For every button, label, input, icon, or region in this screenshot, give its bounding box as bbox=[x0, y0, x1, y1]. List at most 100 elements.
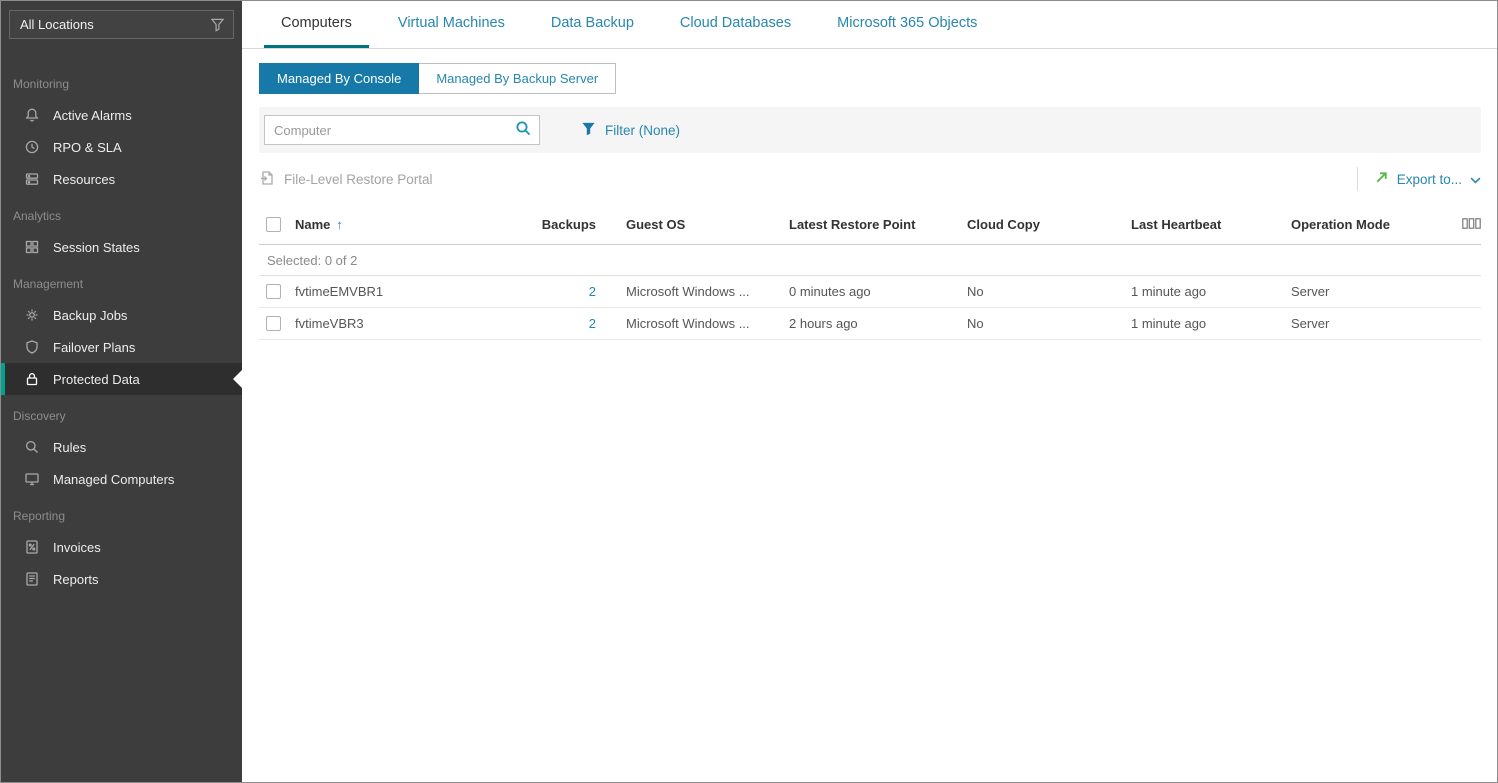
column-header-guest-os[interactable]: Guest OS bbox=[601, 217, 789, 232]
row-checkbox-cell bbox=[259, 284, 295, 299]
sidebar-item-label: Protected Data bbox=[53, 371, 140, 387]
section-label-analytics: Analytics bbox=[13, 209, 62, 223]
tab-microsoft-365-objects[interactable]: Microsoft 365 Objects bbox=[820, 1, 994, 48]
file-level-restore-portal-button: File-Level Restore Portal bbox=[259, 170, 433, 189]
computers-table: Name ↑ Backups Guest OS Latest Restore P… bbox=[259, 205, 1481, 340]
sidebar-item-resources[interactable]: Resources bbox=[1, 163, 242, 195]
tab-virtual-machines[interactable]: Virtual Machines bbox=[381, 1, 522, 48]
table-row[interactable]: fvtimeEMVBR1 2 Microsoft Windows ... 0 m… bbox=[259, 276, 1481, 308]
sidebar-item-label: Managed Computers bbox=[53, 471, 175, 487]
sidebar-item-session-states[interactable]: Session States bbox=[1, 231, 242, 263]
invoice-icon bbox=[24, 539, 40, 555]
tab-computers[interactable]: Computers bbox=[264, 1, 369, 48]
shield-icon bbox=[24, 339, 40, 355]
chevron-down-icon bbox=[1470, 172, 1481, 187]
tab-cloud-databases[interactable]: Cloud Databases bbox=[663, 1, 808, 48]
cell-cloud-copy: No bbox=[967, 284, 984, 299]
sidebar-item-reports[interactable]: Reports bbox=[1, 563, 242, 595]
filter-funnel-icon bbox=[581, 121, 596, 139]
export-label: Export to... bbox=[1396, 171, 1462, 187]
search-icon bbox=[515, 120, 532, 140]
cell-latest-restore-point: 2 hours ago bbox=[789, 316, 858, 331]
column-header-backups[interactable]: Backups bbox=[531, 217, 601, 232]
cell-name: fvtimeVBR3 bbox=[295, 316, 364, 331]
sidebar-item-failover-plans[interactable]: Failover Plans bbox=[1, 331, 242, 363]
column-chooser-icon bbox=[1462, 217, 1481, 232]
bell-icon bbox=[24, 107, 40, 123]
section-label-management: Management bbox=[13, 277, 84, 291]
cell-guest-os: Microsoft Windows ... bbox=[626, 284, 750, 299]
column-header-cloud-copy[interactable]: Cloud Copy bbox=[967, 217, 1131, 232]
sidebar-item-label: Session States bbox=[53, 239, 140, 255]
select-all-checkbox[interactable] bbox=[266, 217, 281, 232]
section-label-monitoring: Monitoring bbox=[13, 77, 70, 91]
filter-button[interactable]: Filter (None) bbox=[581, 121, 680, 139]
row-checkbox[interactable] bbox=[266, 284, 281, 299]
sidebar-item-invoices[interactable]: Invoices bbox=[1, 531, 242, 563]
sidebar-item-label: Invoices bbox=[53, 539, 101, 555]
filter-bar: Filter (None) bbox=[259, 107, 1481, 153]
cell-operation-mode: Server bbox=[1291, 316, 1330, 331]
cell-latest-restore-point: 0 minutes ago bbox=[789, 284, 871, 299]
sidebar-item-label: Backup Jobs bbox=[53, 307, 128, 323]
sidebar-item-active-alarms[interactable]: Active Alarms bbox=[1, 99, 242, 131]
export-button[interactable]: Export to... bbox=[1374, 170, 1481, 188]
grid-icon bbox=[24, 239, 40, 255]
column-header-operation-mode[interactable]: Operation Mode bbox=[1291, 217, 1437, 232]
location-filter-label: All Locations bbox=[20, 17, 94, 32]
server-icon bbox=[24, 171, 40, 187]
restore-portal-icon bbox=[259, 170, 275, 189]
subtab-managed-by-console[interactable]: Managed By Console bbox=[259, 63, 420, 94]
location-filter[interactable]: All Locations bbox=[9, 10, 234, 39]
table-row[interactable]: fvtimeVBR3 2 Microsoft Windows ... 2 hou… bbox=[259, 308, 1481, 340]
sort-ascending-icon: ↑ bbox=[336, 217, 343, 232]
cell-backups-link[interactable]: 2 bbox=[589, 316, 596, 331]
cell-backups-link[interactable]: 2 bbox=[589, 284, 596, 299]
row-checkbox[interactable] bbox=[266, 316, 281, 331]
sidebar-item-rpo-sla[interactable]: RPO & SLA bbox=[1, 131, 242, 163]
column-header-name[interactable]: Name ↑ bbox=[295, 217, 531, 232]
top-tabs: Computers Virtual Machines Data Backup C… bbox=[242, 1, 1497, 49]
sidebar-item-backup-jobs[interactable]: Backup Jobs bbox=[1, 299, 242, 331]
subtab-group: Managed By Console Managed By Backup Ser… bbox=[259, 63, 1497, 94]
sidebar-item-label: Active Alarms bbox=[53, 107, 132, 123]
column-chooser-button[interactable] bbox=[1462, 217, 1481, 232]
export-icon bbox=[1374, 170, 1389, 188]
sidebar-item-protected-data[interactable]: Protected Data bbox=[1, 363, 242, 395]
clock-icon bbox=[24, 139, 40, 155]
sidebar-item-rules[interactable]: Rules bbox=[1, 431, 242, 463]
main-content: Computers Virtual Machines Data Backup C… bbox=[242, 1, 1497, 782]
gears-icon bbox=[24, 307, 40, 323]
search-button[interactable] bbox=[507, 116, 539, 144]
table-header-row: Name ↑ Backups Guest OS Latest Restore P… bbox=[259, 205, 1481, 245]
report-icon bbox=[24, 571, 40, 587]
lock-icon bbox=[24, 371, 40, 387]
cell-operation-mode: Server bbox=[1291, 284, 1330, 299]
restore-portal-label: File-Level Restore Portal bbox=[284, 171, 433, 187]
select-all-cell bbox=[259, 217, 295, 232]
section-label-reporting: Reporting bbox=[13, 509, 66, 523]
tab-data-backup[interactable]: Data Backup bbox=[534, 1, 651, 48]
toolbar-divider bbox=[1356, 167, 1358, 191]
sidebar: All Locations Monitoring Active Alarms R… bbox=[1, 1, 242, 782]
subtab-managed-by-backup-server[interactable]: Managed By Backup Server bbox=[419, 63, 617, 94]
sidebar-item-label: Rules bbox=[53, 439, 87, 455]
funnel-icon bbox=[209, 17, 225, 33]
cell-last-heartbeat: 1 minute ago bbox=[1131, 316, 1207, 331]
cell-name: fvtimeEMVBR1 bbox=[295, 284, 384, 299]
toolbar: File-Level Restore Portal Export to... bbox=[259, 155, 1481, 203]
search-input[interactable] bbox=[265, 122, 507, 138]
column-header-last-heartbeat[interactable]: Last Heartbeat bbox=[1131, 217, 1291, 232]
sidebar-item-managed-computers[interactable]: Managed Computers bbox=[1, 463, 242, 495]
column-header-latest-restore-point[interactable]: Latest Restore Point bbox=[789, 217, 967, 232]
sidebar-nav: Monitoring Active Alarms RPO & SLA Resou… bbox=[1, 63, 242, 595]
computer-icon bbox=[24, 471, 40, 487]
search-box bbox=[264, 115, 540, 145]
sidebar-item-label: Failover Plans bbox=[53, 339, 136, 355]
filter-label: Filter (None) bbox=[605, 122, 681, 138]
column-header-name-label: Name bbox=[295, 217, 331, 232]
cell-guest-os: Microsoft Windows ... bbox=[626, 316, 750, 331]
sidebar-item-label: Reports bbox=[53, 571, 99, 587]
magnifier-gear-icon bbox=[24, 439, 40, 455]
sidebar-item-label: RPO & SLA bbox=[53, 139, 122, 155]
